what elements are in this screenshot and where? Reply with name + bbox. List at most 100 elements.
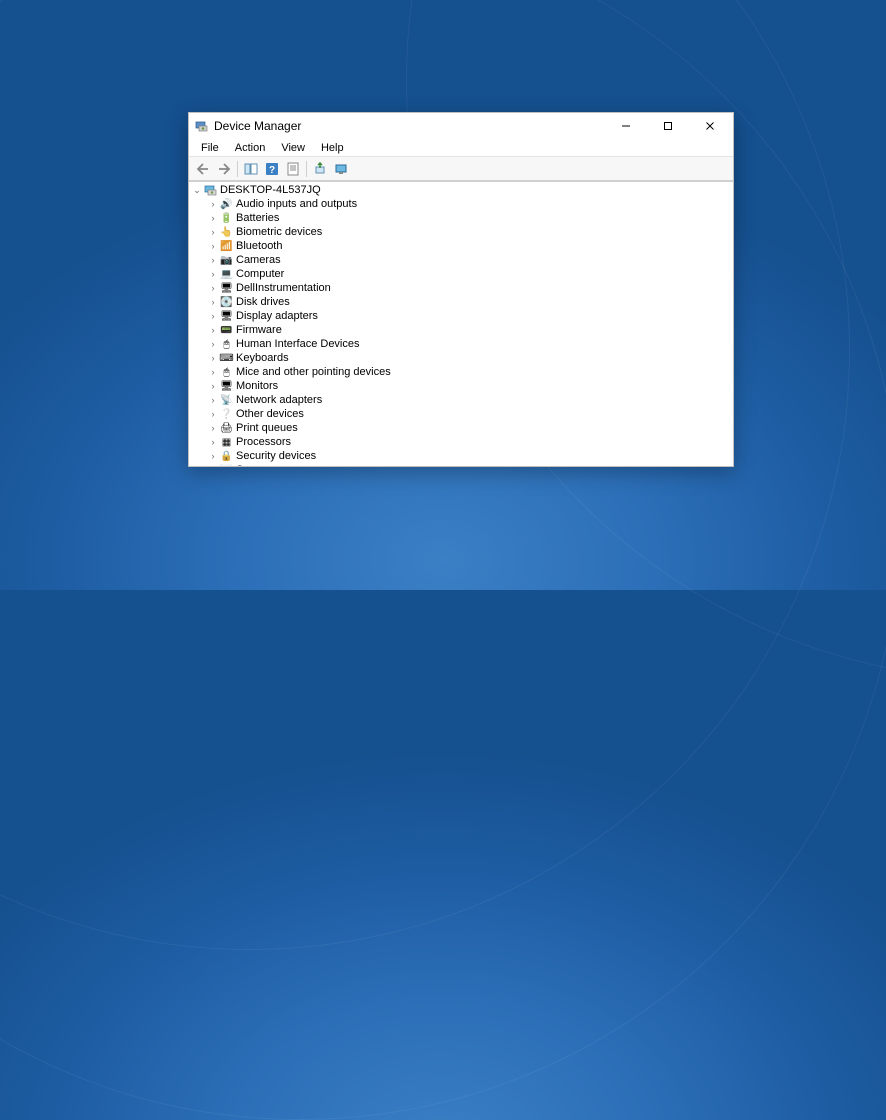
device-manager-window: Device Manager File Action View Help [188,112,734,467]
audio-icon: 🔊 [219,198,234,211]
tree-item[interactable]: ›🖥DellInstrumentation [189,281,733,295]
expand-icon[interactable]: › [207,198,219,210]
expand-icon[interactable]: › [207,310,219,322]
monitor-icon: 🖥 [219,380,234,393]
biometric-icon: 👆 [219,226,234,239]
collapse-icon[interactable]: ⌄ [191,184,203,196]
tree-item-label: Firmware [236,323,282,337]
toolbar-separator [306,161,307,177]
tree-item[interactable]: ›💽Disk drives [189,295,733,309]
tree-item-label: Bluetooth [236,239,282,253]
expand-icon[interactable]: › [207,380,219,392]
scan-hardware-button[interactable] [331,159,351,179]
menu-help[interactable]: Help [313,141,352,155]
tree-item[interactable]: ›📷Cameras [189,253,733,267]
tree-item[interactable]: ›▦Processors [189,435,733,449]
sensor-icon: 📊 [219,464,234,467]
tree-item-label: DellInstrumentation [236,281,331,295]
expand-icon[interactable]: › [207,422,219,434]
display-icon: 🖥 [219,310,234,323]
tree-item[interactable]: ›👆Biometric devices [189,225,733,239]
tree-item[interactable]: ›🖱Human Interface Devices [189,337,733,351]
tree-item[interactable]: ›🔋Batteries [189,211,733,225]
tree-item[interactable]: ›❔Other devices [189,407,733,421]
expand-icon[interactable]: › [207,366,219,378]
expand-icon[interactable]: › [207,464,219,466]
other-icon: ❔ [219,408,234,421]
tree-item-label: Mice and other pointing devices [236,365,391,379]
expand-icon[interactable]: › [207,296,219,308]
tree-item[interactable]: ›💻Computer [189,267,733,281]
tree-item[interactable]: ›🔊Audio inputs and outputs [189,197,733,211]
tree-item[interactable]: ›🖥Monitors [189,379,733,393]
hid-icon: 🖱 [219,338,234,351]
camera-icon: 📷 [219,254,234,267]
show-hide-console-tree-button[interactable] [241,159,261,179]
properties-button[interactable] [283,159,303,179]
root-label: DESKTOP-4L537JQ [220,183,321,197]
tree-item-label: Disk drives [236,295,290,309]
network-icon: 📡 [219,394,234,407]
expand-icon[interactable]: › [207,268,219,280]
tree-item[interactable]: ›📡Network adapters [189,393,733,407]
tree-item-label: Security devices [236,449,316,463]
menu-file[interactable]: File [193,141,227,155]
tree-item[interactable]: ›🖱Mice and other pointing devices [189,365,733,379]
tree-root[interactable]: ⌄ DESKTOP-4L537JQ [189,183,733,197]
tree-item[interactable]: ›⌨Keyboards [189,351,733,365]
forward-button[interactable] [214,159,234,179]
tree-item[interactable]: ›🖨Print queues [189,421,733,435]
toolbar-separator [237,161,238,177]
device-tree[interactable]: ⌄DESKTOP-4L537JQ›🔊Audio inputs and outpu… [189,182,733,466]
cpu-icon: ▦ [219,436,234,449]
tree-item[interactable]: ›🖥Display adapters [189,309,733,323]
tree-item-label: Other devices [236,407,304,421]
expand-icon[interactable]: › [207,450,219,462]
toolbar: ? [189,157,733,181]
expand-icon[interactable]: › [207,226,219,238]
disk-icon: 💽 [219,296,234,309]
expand-icon[interactable]: › [207,324,219,336]
menu-view[interactable]: View [273,141,313,155]
expand-icon[interactable]: › [207,254,219,266]
security-icon: 🔒 [219,450,234,463]
tree-item[interactable]: ›📊Sensors [189,463,733,466]
expand-icon[interactable]: › [207,240,219,252]
back-button[interactable] [193,159,213,179]
close-button[interactable] [689,113,731,139]
tree-item-label: Monitors [236,379,278,393]
titlebar[interactable]: Device Manager [189,113,733,139]
dell-icon: 🖥 [219,282,234,295]
menu-action[interactable]: Action [227,141,274,155]
tree-item-label: Cameras [236,253,281,267]
expand-icon[interactable]: › [207,282,219,294]
bluetooth-icon: 📶 [219,240,234,253]
tree-item-label: Batteries [236,211,279,225]
window-title: Device Manager [214,119,605,133]
tree-item-label: Keyboards [236,351,289,365]
expand-icon[interactable]: › [207,408,219,420]
expand-icon[interactable]: › [207,212,219,224]
help-button[interactable]: ? [262,159,282,179]
tree-item-label: Human Interface Devices [236,337,360,351]
firmware-icon: 📟 [219,324,234,337]
tree-item-label: Sensors [236,463,276,466]
computer-icon [203,184,218,197]
keyboard-icon: ⌨ [219,352,234,365]
maximize-button[interactable] [647,113,689,139]
expand-icon[interactable]: › [207,436,219,448]
computer-icon: 💻 [219,268,234,281]
tree-item[interactable]: ›📶Bluetooth [189,239,733,253]
tree-item[interactable]: ›📟Firmware [189,323,733,337]
content-area: ⌄DESKTOP-4L537JQ›🔊Audio inputs and outpu… [189,181,733,466]
expand-icon[interactable]: › [207,338,219,350]
expand-icon[interactable]: › [207,394,219,406]
update-driver-button[interactable] [310,159,330,179]
expand-icon[interactable]: › [207,352,219,364]
tree-item-label: Network adapters [236,393,322,407]
minimize-button[interactable] [605,113,647,139]
tree-item[interactable]: ›🔒Security devices [189,449,733,463]
tree-item-label: Print queues [236,421,298,435]
tree-item-label: Audio inputs and outputs [236,197,357,211]
printer-icon: 🖨 [219,422,234,435]
